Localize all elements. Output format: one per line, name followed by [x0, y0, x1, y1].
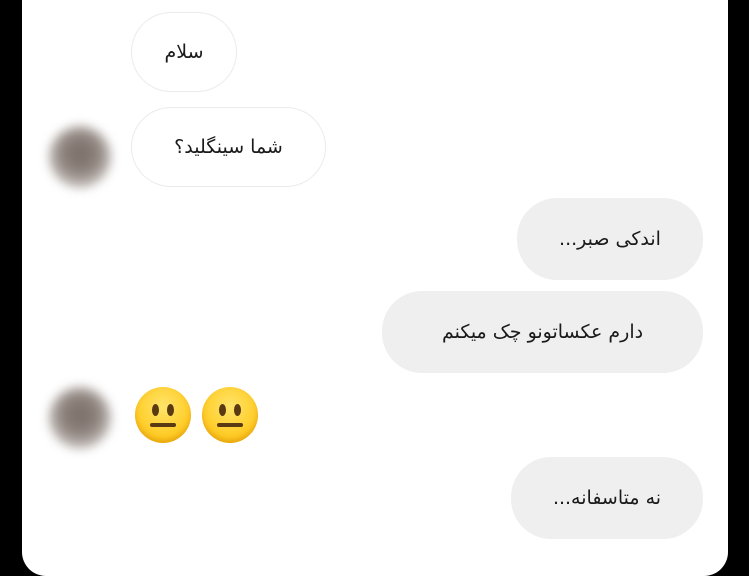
incoming-message-bubble[interactable]: شما سینگلید؟	[131, 107, 326, 187]
message-text: نه متاسفانه...	[552, 486, 662, 509]
message-text: اندکی صبر...	[559, 227, 661, 250]
message-text: شما سینگلید؟	[174, 135, 283, 158]
outgoing-message-bubble[interactable]: دارم عکساتونو چک میکنم	[382, 291, 703, 373]
sender-avatar[interactable]	[49, 126, 111, 188]
neutral-face-emoji[interactable]	[135, 387, 191, 443]
chat-panel: سلام شما سینگلید؟ اندکی صبر... دارم عکسا…	[22, 0, 728, 576]
incoming-message-bubble[interactable]: سلام	[131, 12, 237, 92]
message-text: دارم عکساتونو چک میکنم	[441, 320, 644, 343]
outgoing-message-bubble[interactable]: نه متاسفانه...	[511, 457, 703, 539]
outgoing-message-bubble[interactable]: اندکی صبر...	[517, 198, 703, 280]
message-text: سلام	[164, 40, 204, 63]
sender-avatar[interactable]	[49, 387, 111, 449]
neutral-face-emoji[interactable]	[202, 387, 258, 443]
